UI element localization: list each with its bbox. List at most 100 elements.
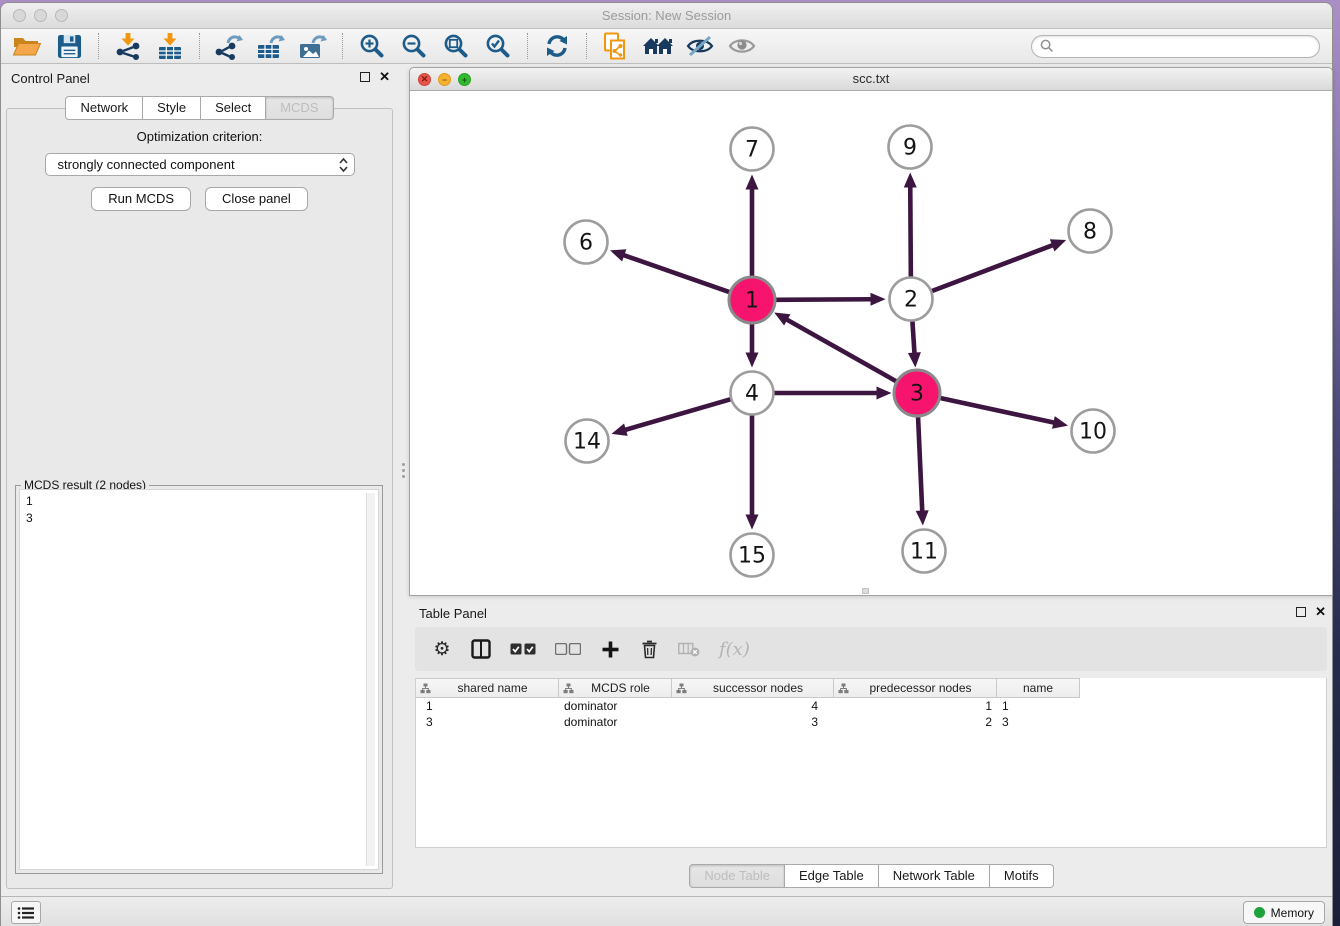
network-zoom-button[interactable]: + <box>458 73 471 86</box>
graph-edge-1-2[interactable] <box>774 299 872 300</box>
memory-button[interactable]: Memory <box>1243 901 1325 924</box>
result-scrollbar[interactable] <box>366 493 375 866</box>
network-overview-button[interactable] <box>641 31 675 61</box>
import-table-button[interactable] <box>153 31 187 61</box>
session-title: Session: New Session <box>1 3 1332 29</box>
graph-edge-3-10[interactable] <box>939 398 1055 423</box>
network-minimize-button[interactable]: − <box>438 73 451 86</box>
delete-columns-button[interactable] <box>639 639 659 659</box>
float-panel-icon[interactable] <box>360 72 370 82</box>
export-image-button[interactable] <box>296 31 330 61</box>
criterion-dropdown[interactable]: strongly connected component <box>45 153 355 176</box>
export-network-icon <box>215 33 243 60</box>
table-options-button[interactable]: ⚙ <box>432 638 452 661</box>
zoom-in-button[interactable] <box>355 31 389 61</box>
run-mcds-button[interactable]: Run MCDS <box>91 187 191 211</box>
toolbar-separator <box>342 33 343 59</box>
save-floppy-icon <box>57 34 82 59</box>
tab-motifs[interactable]: Motifs <box>990 864 1054 888</box>
close-panel-button[interactable]: Close panel <box>205 187 308 211</box>
close-panel-icon[interactable]: ✕ <box>379 71 390 83</box>
app-window: Session: New Session <box>0 2 1333 926</box>
graph-arrowhead <box>904 172 917 187</box>
import-table-icon <box>157 33 183 60</box>
float-table-panel-icon[interactable] <box>1296 607 1306 617</box>
zoom-fit-icon <box>443 33 469 59</box>
create-column-button[interactable] <box>600 641 620 658</box>
table-row[interactable]: 3 dominator 3 2 3 <box>416 714 1326 730</box>
show-all-button[interactable] <box>725 31 759 61</box>
zoom-window-button[interactable] <box>55 9 68 22</box>
tab-mcds[interactable]: MCDS <box>266 96 333 120</box>
split-pane-divider[interactable] <box>400 455 407 485</box>
table-tabs: Node Table Edge Table Network Table Moti… <box>409 864 1334 888</box>
task-history-button[interactable] <box>11 901 41 924</box>
show-columns-button[interactable] <box>471 639 491 659</box>
import-network-icon <box>115 33 141 60</box>
delete-table-button[interactable] <box>678 642 700 657</box>
export-network-button[interactable] <box>212 31 246 61</box>
column-header-successor-nodes[interactable]: successor nodes <box>672 678 834 698</box>
list-icon <box>17 906 35 920</box>
graph-edge-4-14[interactable] <box>624 399 730 430</box>
canvas-resize-handle[interactable] <box>862 588 869 594</box>
import-network-button[interactable] <box>111 31 145 61</box>
graph-node-label: 6 <box>579 231 593 256</box>
tab-network-table[interactable]: Network Table <box>879 864 990 888</box>
graph-edge-3-1[interactable] <box>786 319 898 382</box>
column-header-mcds-role[interactable]: MCDS role <box>559 678 672 698</box>
graph-node-label: 2 <box>904 288 918 313</box>
mcds-result-text[interactable]: 1 3 <box>19 489 379 870</box>
unselect-all-columns-button[interactable] <box>555 643 581 655</box>
close-table-panel-icon[interactable]: ✕ <box>1315 606 1326 618</box>
control-panel-header: Control Panel ✕ <box>1 65 398 91</box>
refresh-view-button[interactable] <box>540 31 574 61</box>
network-graph[interactable]: 7968124314101511 <box>410 91 1332 595</box>
select-all-columns-button[interactable] <box>510 643 536 655</box>
zoom-selected-button[interactable] <box>481 31 515 61</box>
network-window-controls: ✕ − + <box>418 73 471 86</box>
optimization-criterion-label: Optimization criterion: <box>7 129 392 144</box>
memory-status-icon <box>1254 907 1265 918</box>
graph-edge-1-6[interactable] <box>622 255 730 293</box>
graph-arrowhead <box>870 293 885 306</box>
tab-edge-table[interactable]: Edge Table <box>785 864 879 888</box>
zoom-fit-button[interactable] <box>439 31 473 61</box>
table-row[interactable]: 1 dominator 4 1 1 <box>416 698 1326 714</box>
graph-node-label: 8 <box>1083 220 1097 245</box>
tab-style[interactable]: Style <box>143 96 201 120</box>
open-session-button[interactable] <box>10 31 44 61</box>
zoom-out-button[interactable] <box>397 31 431 61</box>
graph-arrowhead <box>908 352 921 367</box>
tab-node-table[interactable]: Node Table <box>689 864 785 888</box>
hide-selected-button[interactable] <box>683 31 717 61</box>
close-window-button[interactable] <box>13 9 26 22</box>
graph-arrowhead <box>611 423 627 435</box>
copy-network-button[interactable] <box>599 31 633 61</box>
column-header-name[interactable]: name <box>997 678 1080 698</box>
graph-edge-3-11[interactable] <box>918 415 922 512</box>
control-panel-tabs: Network Style Select MCDS <box>1 96 398 120</box>
column-header-shared-name[interactable]: shared name <box>416 678 559 698</box>
save-session-button[interactable] <box>52 31 86 61</box>
function-builder-button[interactable]: f(x) <box>719 639 750 660</box>
column-header-predecessor-nodes[interactable]: predecessor nodes <box>834 678 997 698</box>
network-close-button[interactable]: ✕ <box>418 73 431 86</box>
graph-node-label: 3 <box>910 382 924 407</box>
graph-edge-2-3[interactable] <box>912 321 914 354</box>
zoom-selected-icon <box>485 33 511 59</box>
criterion-value: strongly connected component <box>58 157 339 172</box>
title-bar: Session: New Session <box>1 3 1332 29</box>
graph-edge-2-9[interactable] <box>910 185 911 276</box>
tab-select[interactable]: Select <box>201 96 266 120</box>
network-window-titlebar[interactable]: ✕ − + scc.txt <box>410 68 1332 91</box>
search-field[interactable] <box>1031 35 1320 58</box>
graph-edge-2-8[interactable] <box>932 245 1054 291</box>
search-input[interactable] <box>1058 37 1319 55</box>
tab-network[interactable]: Network <box>65 96 143 120</box>
export-table-button[interactable] <box>254 31 288 61</box>
graph-arrowhead <box>916 510 929 525</box>
checked-boxes-icon <box>510 643 536 655</box>
minimize-window-button[interactable] <box>34 9 47 22</box>
network-canvas[interactable]: 7968124314101511 <box>410 91 1332 595</box>
